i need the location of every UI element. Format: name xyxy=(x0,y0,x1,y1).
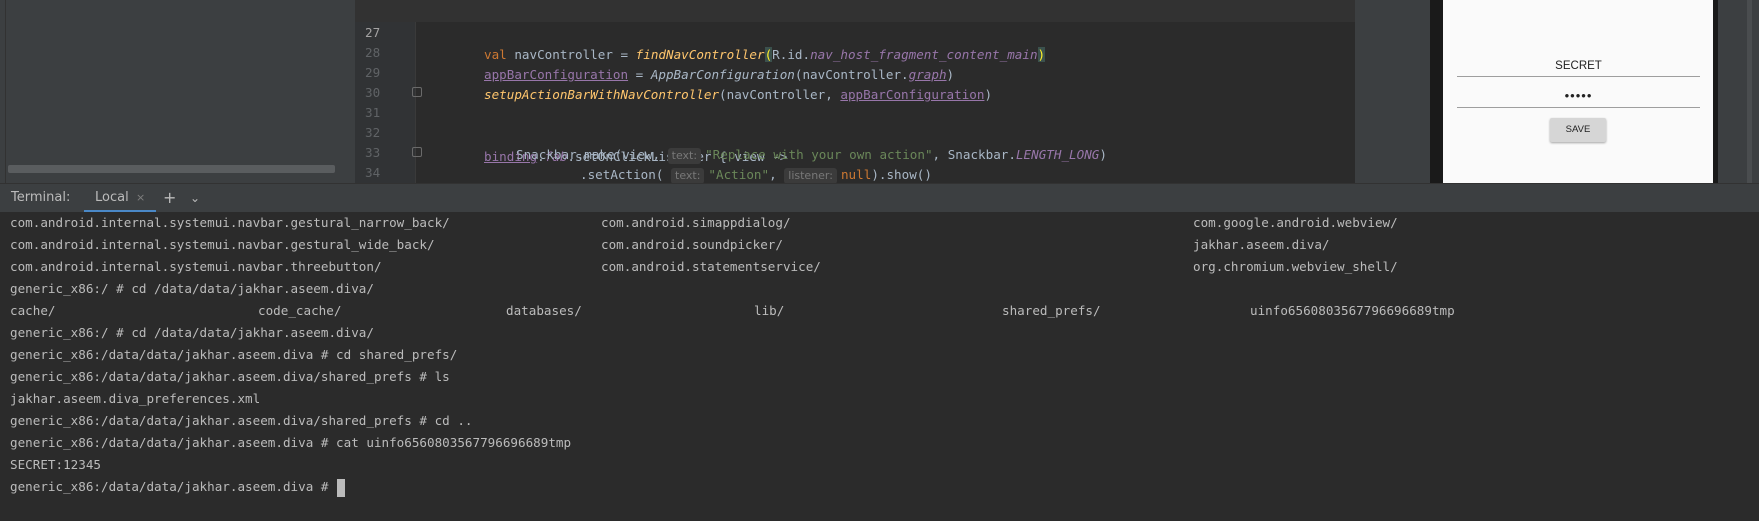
code-line[interactable]: 28 appBarConfiguration = AppBarConfigura… xyxy=(355,20,1355,82)
terminal-text: org.chromium.webview_shell/ xyxy=(1193,259,1398,274)
chevron-down-icon[interactable]: ⌄ xyxy=(190,184,200,212)
terminal-line: SECRET:12345 xyxy=(10,457,101,472)
secret-input[interactable]: ••••• xyxy=(1457,88,1700,103)
input-underline xyxy=(1457,76,1700,77)
code-line[interactable]: 29 setupActionBarWithNavController(navCo… xyxy=(355,40,1355,102)
terminal-title: Terminal: xyxy=(11,190,71,205)
code-line[interactable]: 32 Snackbar.make(view, text: "Replace wit… xyxy=(355,100,1355,164)
close-icon[interactable]: × xyxy=(136,184,145,212)
terminal-text: jakhar.aseem.diva/ xyxy=(1193,237,1330,252)
terminal-text: code_cache/ xyxy=(258,303,342,318)
text-cursor xyxy=(337,478,346,497)
terminal-text: com.android.simappdialog/ xyxy=(601,215,791,230)
code-line[interactable]: 30 xyxy=(355,60,1355,100)
terminal-text: com.android.internal.systemui.navbar.thr… xyxy=(10,259,382,274)
terminal-prompt: generic_x86:/data/data/jakhar.aseem.diva… xyxy=(10,479,337,494)
terminal-tab-bar: Terminal: Local × + ⌄ xyxy=(0,183,1759,213)
project-panel xyxy=(0,0,355,183)
terminal-line: generic_x86:/data/data/jakhar.aseem.diva… xyxy=(10,369,450,384)
code-editor[interactable]: 27 val navController = findNavController… xyxy=(355,0,1355,183)
terminal-line: generic_x86:/ # cd /data/data/jakhar.ase… xyxy=(10,281,374,296)
terminal-text: cache/ xyxy=(10,303,56,318)
terminal-text: lib/ xyxy=(754,303,785,318)
panel-divider xyxy=(5,0,6,183)
terminal-line: generic_x86:/data/data/jakhar.aseem.diva… xyxy=(10,435,572,450)
code-line[interactable]: 33 .setAction( text: "Action", listener: n… xyxy=(355,120,1355,183)
code-line[interactable]: 35 } xyxy=(355,160,1355,182)
add-tab-button[interactable]: + xyxy=(163,184,176,212)
save-button[interactable]: SAVE xyxy=(1550,118,1606,142)
code-line[interactable]: 34 } xyxy=(355,140,1355,180)
terminal-line: generic_x86:/data/data/jakhar.aseem.diva… xyxy=(10,347,458,362)
code-line[interactable]: 27 val navController = findNavController… xyxy=(355,0,1355,62)
terminal-text: com.google.android.webview/ xyxy=(1193,215,1398,230)
fold-icon[interactable] xyxy=(412,87,422,97)
tab-label: Local xyxy=(95,190,129,205)
terminal-text: com.android.statementservice/ xyxy=(601,259,821,274)
terminal-text: databases/ xyxy=(506,303,582,318)
terminal-output[interactable]: com.android.internal.systemui.navbar.ges… xyxy=(0,212,1759,521)
terminal-line: generic_x86:/data/data/jakhar.aseem.diva… xyxy=(10,413,473,428)
terminal-prompt-line[interactable]: generic_x86:/data/data/jakhar.aseem.diva… xyxy=(10,476,346,498)
terminal-line: generic_x86:/ # cd /data/data/jakhar.ase… xyxy=(10,325,374,340)
code-line[interactable]: 31 binding.fab.setOnClickListener { view… xyxy=(355,80,1355,164)
input-underline xyxy=(1457,107,1700,108)
terminal-line: jakhar.aseem.diva_preferences.xml xyxy=(10,391,261,406)
terminal-text: uinfo6560803567796696689tmp xyxy=(1250,303,1455,318)
horizontal-scrollbar[interactable] xyxy=(8,165,335,173)
secret-label: SECRET xyxy=(1555,60,1602,72)
terminal-text: com.android.internal.systemui.navbar.ges… xyxy=(10,215,450,230)
tab-local[interactable]: Local × xyxy=(84,184,156,213)
terminal-text: com.android.soundpicker/ xyxy=(601,237,783,252)
terminal-text: shared_prefs/ xyxy=(1002,303,1101,318)
vertical-scrollbar[interactable] xyxy=(1747,0,1752,183)
fold-icon[interactable] xyxy=(412,147,422,157)
terminal-text: com.android.internal.systemui.navbar.ges… xyxy=(10,237,435,252)
